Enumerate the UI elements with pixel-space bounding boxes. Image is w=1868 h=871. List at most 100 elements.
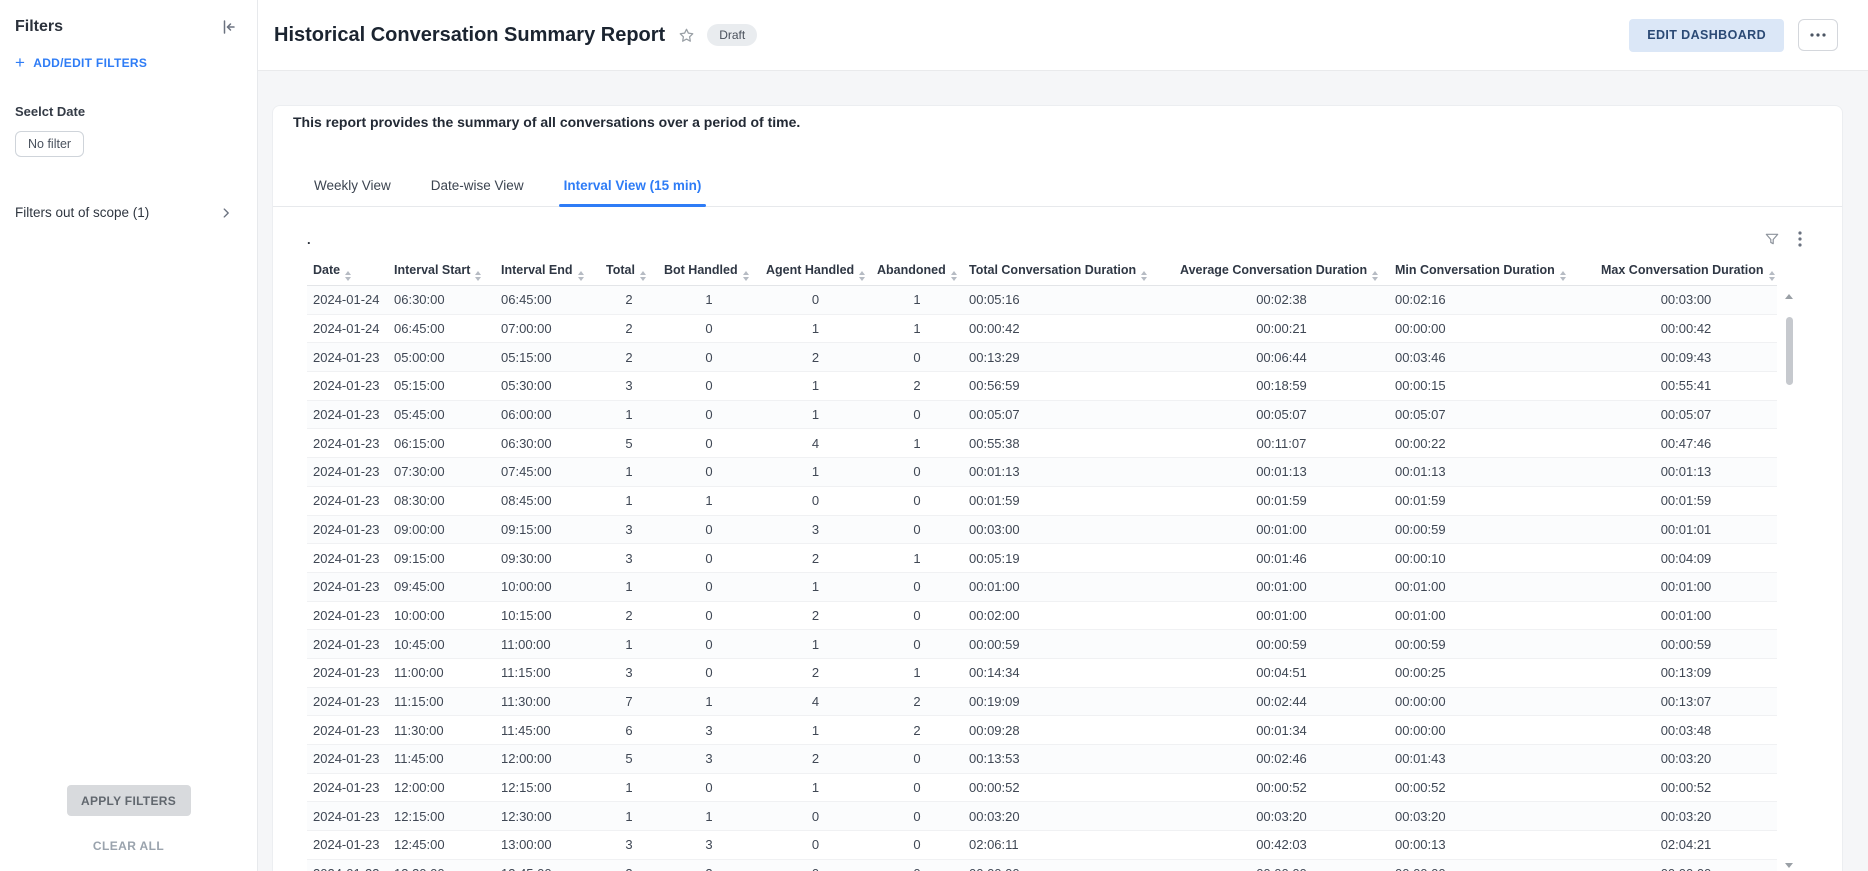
table-cell: 2 <box>760 343 871 372</box>
sort-arrows-icon[interactable] <box>1141 271 1147 281</box>
tab-date-wise-view[interactable]: Date-wise View <box>426 166 529 206</box>
column-header[interactable]: Max Conversation Duration <box>1595 259 1777 286</box>
no-filter-chip[interactable]: No filter <box>15 131 84 157</box>
column-header[interactable]: Date <box>307 259 388 286</box>
add-edit-filters-button[interactable]: + ADD/EDIT FILTERS <box>15 56 242 70</box>
sort-arrows-icon[interactable] <box>1372 271 1378 281</box>
table-filter-button[interactable] <box>1764 231 1780 247</box>
table-cell: 0 <box>658 773 760 802</box>
table-scrollbar[interactable] <box>1783 291 1795 871</box>
table-cell: 13:45:00 <box>495 859 600 871</box>
table-cell: 05:00:00 <box>388 343 495 372</box>
table-row[interactable]: 2024-01-2309:45:0010:00:00101000:01:0000… <box>307 572 1777 601</box>
table-cell: 00:01:00 <box>1595 601 1777 630</box>
table-cell: 00:11:07 <box>1174 429 1389 458</box>
table-cell: 0 <box>871 458 963 487</box>
sort-arrows-icon[interactable] <box>640 271 646 281</box>
table-cell: 00:18:59 <box>1174 372 1389 401</box>
column-header[interactable]: Abandoned <box>871 259 963 286</box>
chevron-right-icon <box>219 206 233 220</box>
dashboard-more-button[interactable] <box>1798 19 1838 51</box>
column-header[interactable]: Min Conversation Duration <box>1389 259 1595 286</box>
table-cell: 00:02:00 <box>963 601 1174 630</box>
table-row[interactable]: 2024-01-2312:45:0013:00:00330002:06:1100… <box>307 831 1777 860</box>
table-cell: 0 <box>871 343 963 372</box>
table-cell: 0 <box>871 486 963 515</box>
collapse-sidebar-button[interactable] <box>221 19 237 35</box>
scroll-down-icon[interactable] <box>1785 863 1793 868</box>
tab-weekly-view[interactable]: Weekly View <box>309 166 396 206</box>
edit-dashboard-button[interactable]: EDIT DASHBOARD <box>1629 19 1784 52</box>
table-cell: 2024-01-23 <box>307 859 388 871</box>
table-row[interactable]: 2024-01-2309:15:0009:30:00302100:05:1900… <box>307 544 1777 573</box>
table-row[interactable]: 2024-01-2311:15:0011:30:00714200:19:0900… <box>307 687 1777 716</box>
table-row[interactable]: 2024-01-2305:15:0005:30:00301200:56:5900… <box>307 372 1777 401</box>
table-cell: 00:56:59 <box>963 372 1174 401</box>
table-row[interactable]: 2024-01-2305:00:0005:15:00202000:13:2900… <box>307 343 1777 372</box>
table-cell: 00:01:34 <box>1174 716 1389 745</box>
scrollbar-thumb[interactable] <box>1786 317 1793 385</box>
table-row[interactable]: 2024-01-2307:30:0007:45:00101000:01:1300… <box>307 458 1777 487</box>
table-row[interactable]: 2024-01-2311:30:0011:45:00631200:09:2800… <box>307 716 1777 745</box>
table-row[interactable]: 2024-01-2308:30:0008:45:00110000:01:5900… <box>307 486 1777 515</box>
column-header[interactable]: Total <box>600 259 658 286</box>
apply-filters-button[interactable]: APPLY FILTERS <box>67 785 191 816</box>
sort-arrows-icon[interactable] <box>578 271 584 281</box>
table-cell: 00:13:29 <box>963 343 1174 372</box>
tab-interval-view-15-min[interactable]: Interval View (15 min) <box>559 166 707 206</box>
sort-arrows-icon[interactable] <box>1769 271 1775 281</box>
sort-arrows-icon[interactable] <box>1560 271 1566 281</box>
table-cell: 1 <box>760 458 871 487</box>
table-cell: 09:45:00 <box>388 572 495 601</box>
sort-arrows-icon[interactable] <box>859 271 865 281</box>
table-cell: 0 <box>658 429 760 458</box>
table-cell: 0 <box>871 400 963 429</box>
table-cell: 00:03:20 <box>1389 802 1595 831</box>
table-row[interactable]: 2024-01-2312:15:0012:30:00110000:03:2000… <box>307 802 1777 831</box>
report-card: This report provides the summary of all … <box>272 105 1843 871</box>
table-cell: 06:30:00 <box>388 286 495 315</box>
table-row[interactable]: 2024-01-2305:45:0006:00:00101000:05:0700… <box>307 400 1777 429</box>
filters-out-of-scope-row[interactable]: Filters out of scope (1) <box>15 205 233 220</box>
table-row[interactable]: 2024-01-2306:15:0006:30:00504100:55:3800… <box>307 429 1777 458</box>
table-cell: 02:04:21 <box>1595 831 1777 860</box>
table-cell: 0 <box>871 601 963 630</box>
sort-arrows-icon[interactable] <box>475 271 481 281</box>
column-header-label: Max Conversation Duration <box>1601 263 1764 277</box>
scroll-up-icon[interactable] <box>1785 294 1793 299</box>
table-cell: 11:00:00 <box>495 630 600 659</box>
column-header[interactable]: Bot Handled <box>658 259 760 286</box>
table-row[interactable]: 2024-01-2311:45:0012:00:00532000:13:5300… <box>307 745 1777 774</box>
column-header[interactable]: Interval Start <box>388 259 495 286</box>
report-content: This report provides the summary of all … <box>258 71 1868 871</box>
table-row[interactable]: 2024-01-2311:00:0011:15:00302100:14:3400… <box>307 658 1777 687</box>
table-cell: 00:01:13 <box>1174 458 1389 487</box>
table-row[interactable]: 2024-01-2310:45:0011:00:00101000:00:5900… <box>307 630 1777 659</box>
table-row[interactable]: 2024-01-2313:30:0013:45:00220000:00:0000… <box>307 859 1777 871</box>
table-cell: 1 <box>760 630 871 659</box>
table-cell: 0 <box>871 859 963 871</box>
table-row[interactable]: 2024-01-2406:45:0007:00:00201100:00:4200… <box>307 314 1777 343</box>
column-header[interactable]: Average Conversation Duration <box>1174 259 1389 286</box>
table-row[interactable]: 2024-01-2309:00:0009:15:00303000:03:0000… <box>307 515 1777 544</box>
table-cell: 11:15:00 <box>495 658 600 687</box>
column-header[interactable]: Interval End <box>495 259 600 286</box>
sort-arrows-icon[interactable] <box>951 271 957 281</box>
table-cell: 1 <box>600 458 658 487</box>
sort-arrows-icon[interactable] <box>743 271 749 281</box>
table-cell: 1 <box>600 630 658 659</box>
column-header[interactable]: Agent Handled <box>760 259 871 286</box>
table-cell: 0 <box>658 400 760 429</box>
table-cell: 1 <box>760 716 871 745</box>
table-cell: 2024-01-23 <box>307 802 388 831</box>
column-header[interactable]: Total Conversation Duration <box>963 259 1174 286</box>
table-row[interactable]: 2024-01-2310:00:0010:15:00202000:02:0000… <box>307 601 1777 630</box>
favorite-star-button[interactable] <box>678 27 695 44</box>
sort-arrows-icon[interactable] <box>345 271 351 281</box>
table-row[interactable]: 2024-01-2406:30:0006:45:00210100:05:1600… <box>307 286 1777 315</box>
clear-all-button[interactable]: CLEAR ALL <box>0 839 257 853</box>
table-more-button[interactable] <box>1798 231 1802 247</box>
table-cell: 00:06:44 <box>1174 343 1389 372</box>
table-cell: 00:02:16 <box>1389 286 1595 315</box>
table-row[interactable]: 2024-01-2312:00:0012:15:00101000:00:5200… <box>307 773 1777 802</box>
